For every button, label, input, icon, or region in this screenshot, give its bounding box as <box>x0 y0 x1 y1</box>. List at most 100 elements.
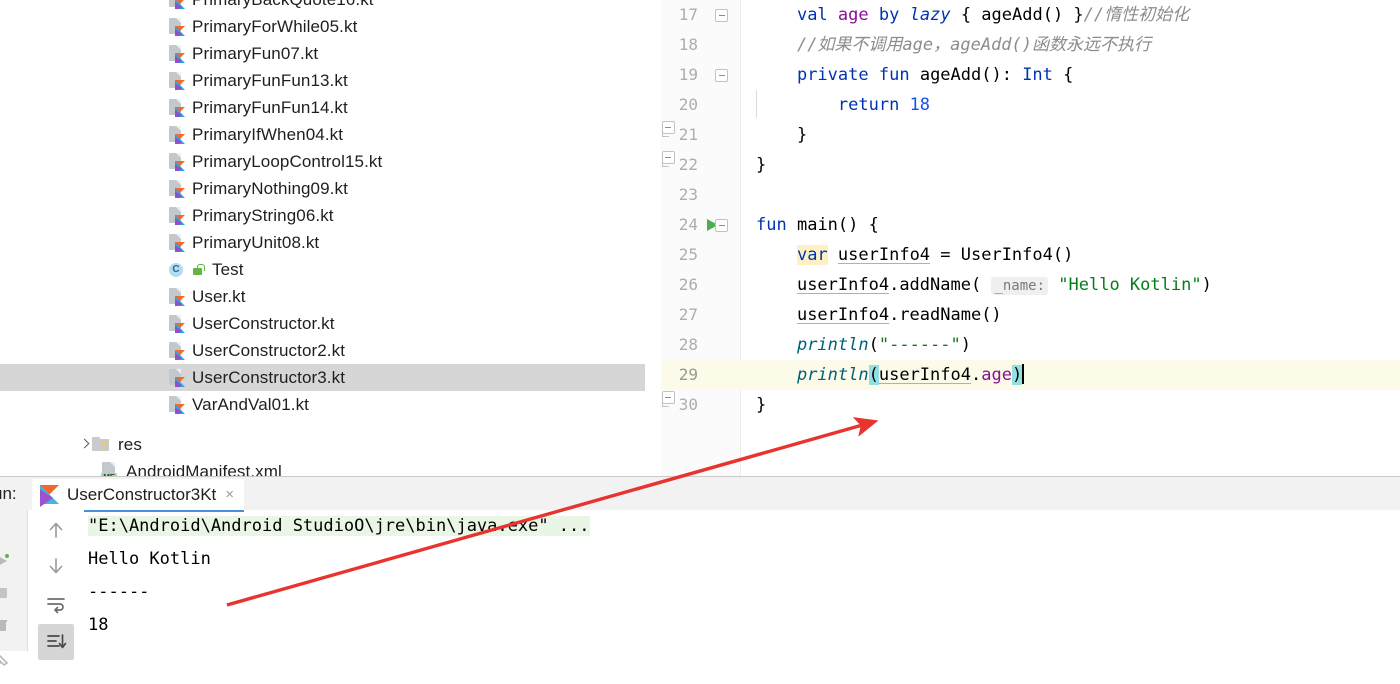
gutter-line-27[interactable]: 27 <box>661 300 740 330</box>
fold-indent-guide <box>756 90 757 118</box>
run-console-toolbar[interactable] <box>28 510 84 660</box>
gutter-line-23[interactable]: 23 <box>661 180 740 210</box>
tree-item-userconstructor2-kt[interactable]: UserConstructor2.kt <box>0 337 645 364</box>
gutter-line-26[interactable]: 26 <box>661 270 740 300</box>
run-tab-userconstructor3kt[interactable]: UserConstructor3Kt × <box>32 479 245 512</box>
kotlin-file-icon <box>168 71 185 90</box>
code-line-22[interactable]: } <box>740 150 1400 180</box>
gutter-line-22[interactable]: 22 <box>661 150 740 180</box>
tree-item-primaryifwhen04-kt[interactable]: PrimaryIfWhen04.kt <box>0 121 645 148</box>
gutter-line-28[interactable]: 28 <box>661 330 740 360</box>
project-tree-panel[interactable]: PrimaryBackQuote16.kt PrimaryForWhile05.k… <box>0 0 645 477</box>
code-line-text: println(userInfo4.age) <box>796 364 1025 385</box>
stop-icon[interactable] <box>0 585 10 601</box>
tree-item-res[interactable]: res <box>0 431 645 458</box>
gutter-line-21[interactable]: 21 <box>661 120 740 150</box>
run-left-toolbar-strip[interactable] <box>0 510 28 667</box>
scroll-to-end-button[interactable] <box>38 624 74 660</box>
tree-item-primaryfunfun13-kt[interactable]: PrimaryFunFun13.kt <box>0 67 645 94</box>
tree-item-primaryforwhile05-kt[interactable]: PrimaryForWhile05.kt <box>0 13 645 40</box>
scroll-down-button[interactable] <box>38 548 74 584</box>
tree-item-primaryunit08-kt[interactable]: PrimaryUnit08.kt <box>0 229 645 256</box>
run-left-toolbar-icons[interactable] <box>0 543 14 684</box>
code-line-text: fun main() { <box>756 215 879 235</box>
tree-item-primaryfun07-kt[interactable]: PrimaryFun07.kt <box>0 40 645 67</box>
tree-item-primarynothing09-kt[interactable]: PrimaryNothing09.kt <box>0 175 645 202</box>
fold-collapse-icon[interactable] <box>715 69 728 82</box>
tree-scrollbar-track[interactable] <box>645 0 1302 477</box>
gutter-line-24[interactable]: 24 <box>661 210 740 240</box>
tree-item-varandval01-kt[interactable]: VarAndVal01.kt <box>0 391 645 418</box>
tree-item-primaryfunfun14-kt[interactable]: PrimaryFunFun14.kt <box>0 94 645 121</box>
gutter-line-18[interactable]: 18 <box>661 30 740 60</box>
chevron-right-icon[interactable] <box>78 438 92 452</box>
line-number: 24 <box>678 215 698 234</box>
code-line-18[interactable]: //如果不调用age，ageAdd()函数永远不执行 <box>740 30 1400 60</box>
tree-item-label: PrimaryFun07.kt <box>192 44 319 63</box>
tree-item-userconstructor3-kt[interactable]: UserConstructor3.kt <box>0 364 645 391</box>
code-line-19[interactable]: private fun ageAdd(): Int { <box>740 60 1400 90</box>
run-tab-title: UserConstructor3Kt <box>67 484 217 504</box>
code-line-text: userInfo4.addName( _name: "Hello Kotlin"… <box>796 275 1212 295</box>
fold-collapse-end-icon[interactable] <box>661 120 675 137</box>
editor-code-area[interactable]: val age by lazy { ageAdd() }//惰性初始化 //如果… <box>740 0 1400 477</box>
tree-item-primarystring06-kt[interactable]: PrimaryString06.kt <box>0 202 645 229</box>
code-line-26[interactable]: userInfo4.addName( _name: "Hello Kotlin"… <box>740 270 1400 300</box>
lock-icon <box>191 260 205 279</box>
code-line-24[interactable]: fun main() { <box>740 210 1400 240</box>
fold-collapse-end-icon[interactable] <box>661 150 675 167</box>
soft-wrap-button[interactable] <box>38 586 74 622</box>
tree-item-user-kt[interactable]: User.kt <box>0 283 645 310</box>
run-tool-window[interactable]: un: UserConstructor3Kt × <box>0 477 1400 667</box>
fold-collapse-icon[interactable] <box>715 9 728 22</box>
code-line-17[interactable]: val age by lazy { ageAdd() }//惰性初始化 <box>740 0 1400 30</box>
rerun-icon[interactable] <box>0 553 10 569</box>
console-line-text: ------ <box>88 582 150 602</box>
code-line-text: println("------") <box>796 335 971 355</box>
gutter-line-25[interactable]: 25 <box>661 240 740 270</box>
kotlin-icon <box>40 485 59 507</box>
scroll-up-button[interactable] <box>38 512 74 548</box>
line-number: 28 <box>678 335 698 354</box>
tree-item-androidmanifest-xml[interactable]: MF AndroidManifest.xml <box>0 458 645 477</box>
tree-item-label: PrimaryIfWhen04.kt <box>192 125 344 144</box>
code-line-29[interactable]: println(userInfo4.age) <box>740 360 1400 390</box>
code-line-28[interactable]: println("------") <box>740 330 1400 360</box>
fold-collapse-icon[interactable] <box>715 219 728 232</box>
console-line-1: "E:\Android\Android StudioO\jre\bin\java… <box>88 510 1400 543</box>
line-number: 17 <box>678 5 698 24</box>
gutter-line-17[interactable]: 17 <box>661 0 740 30</box>
run-console-output[interactable]: "E:\Android\Android StudioO\jre\bin\java… <box>88 510 1400 651</box>
gutter-line-29[interactable]: 29 <box>661 360 740 390</box>
tree-item-primarybackquote16-kt[interactable]: PrimaryBackQuote16.kt <box>0 0 645 13</box>
gutter-line-20[interactable]: 20 <box>661 90 740 120</box>
close-icon[interactable]: × <box>225 486 234 503</box>
code-line-30[interactable]: } <box>740 390 1400 420</box>
tree-item-test[interactable]: C Test <box>0 256 645 283</box>
tree-item-userconstructor-kt[interactable]: UserConstructor.kt <box>0 310 645 337</box>
folder-icon <box>92 435 111 454</box>
code-line-25[interactable]: var userInfo4 = UserInfo4() <box>740 240 1400 270</box>
trash-icon[interactable] <box>0 617 10 633</box>
fold-collapse-end-icon[interactable] <box>661 390 675 407</box>
kotlin-file-icon <box>168 125 185 144</box>
gutter-line-19[interactable]: 19 <box>661 60 740 90</box>
code-line-23[interactable] <box>740 180 1400 210</box>
code-editor[interactable]: 17 18 19 20 21 22 23 24 25 26 27 28 29 30 val age by … <box>661 0 1400 477</box>
code-line-text: } <box>796 125 808 145</box>
tree-item-label: res <box>118 435 142 454</box>
code-line-20[interactable]: return 18 <box>740 90 1400 120</box>
code-line-21[interactable]: } <box>740 120 1400 150</box>
arrow-up-icon <box>49 522 63 538</box>
tree-item-primaryloopcontrol15-kt[interactable]: PrimaryLoopControl15.kt <box>0 148 645 175</box>
code-line-27[interactable]: userInfo4.readName() <box>740 300 1400 330</box>
pin-icon[interactable] <box>0 653 10 669</box>
console-line-2: Hello Kotlin <box>88 543 1400 576</box>
line-number: 23 <box>678 185 698 204</box>
kotlin-file-icon <box>168 98 185 117</box>
tree-item-label: PrimaryNothing09.kt <box>192 179 348 198</box>
gutter-line-30[interactable]: 30 <box>661 390 740 420</box>
line-number: 30 <box>678 395 698 414</box>
editor-gutter[interactable]: 17 18 19 20 21 22 23 24 25 26 27 28 29 30 <box>661 0 741 477</box>
kotlin-file-icon <box>168 152 185 171</box>
